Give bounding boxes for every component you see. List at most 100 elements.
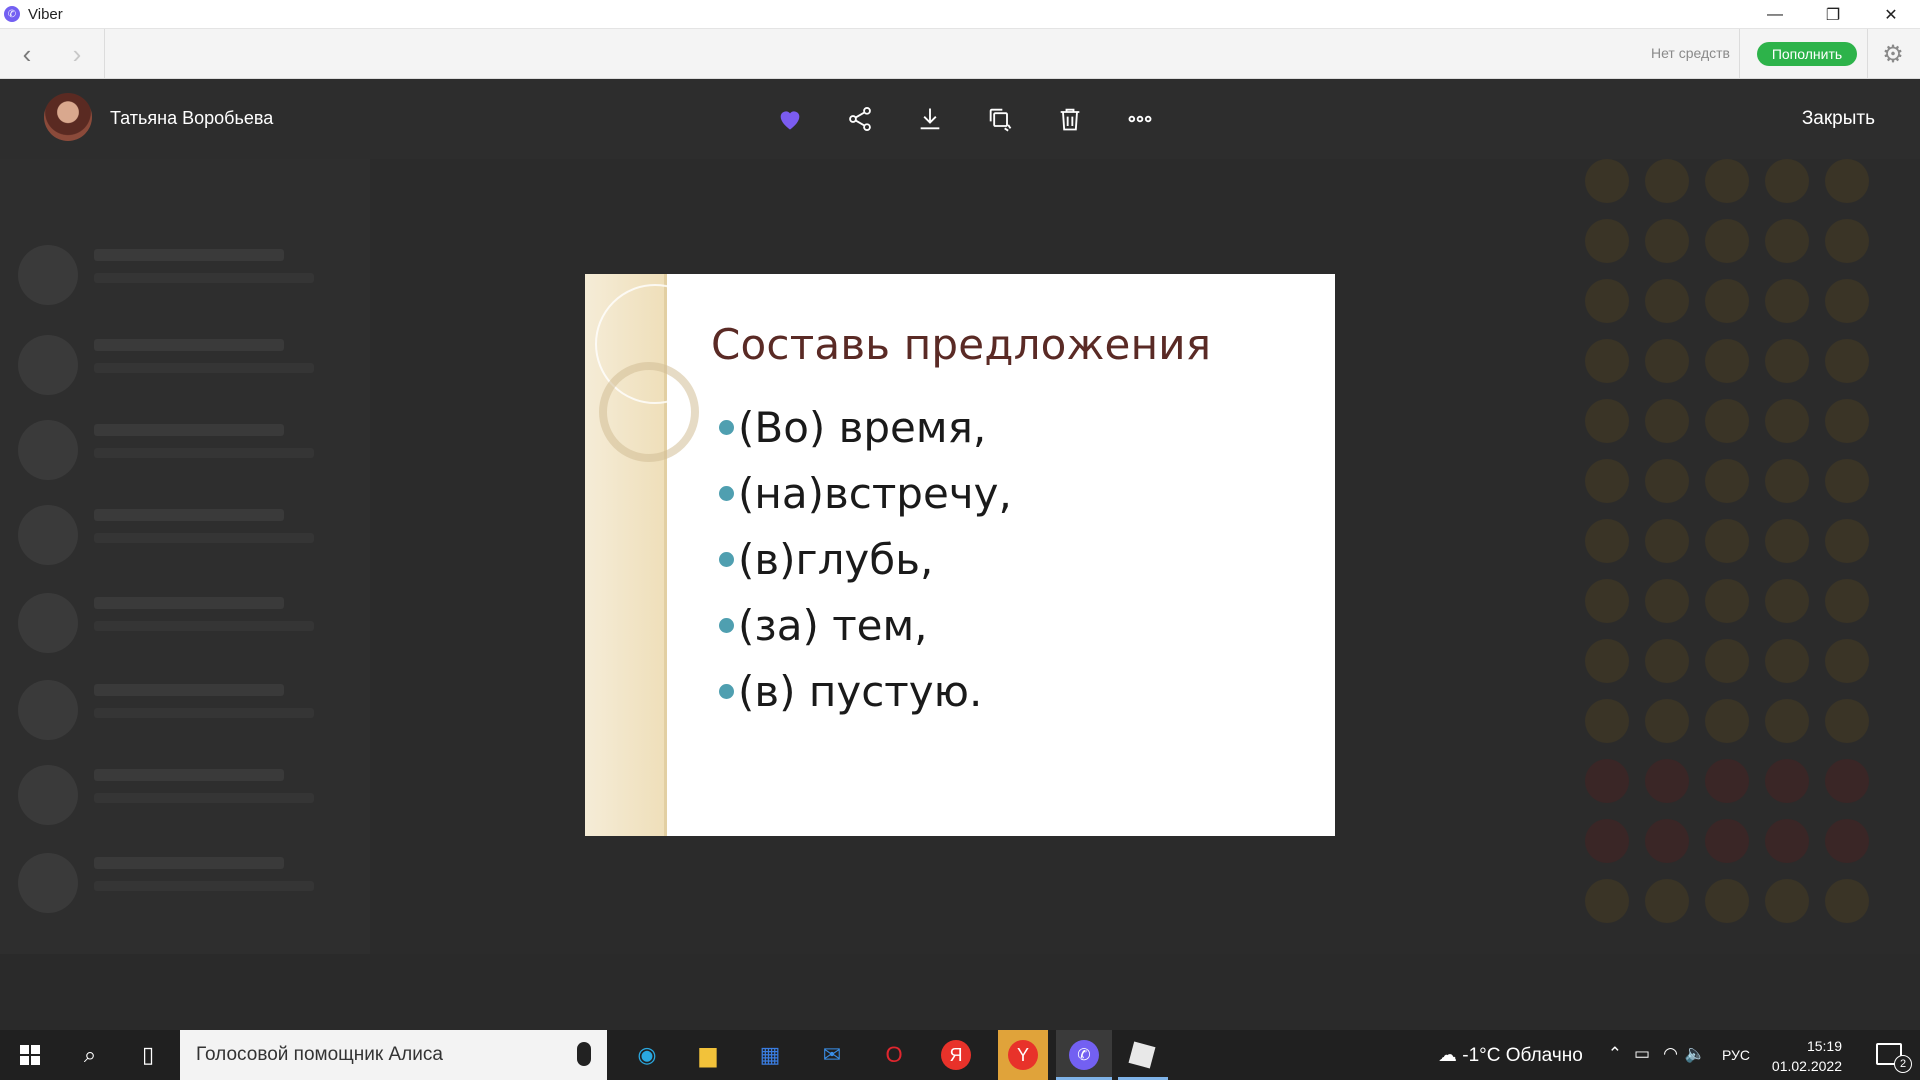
sticker-thumbnail xyxy=(1585,159,1629,203)
sticker-thumbnail xyxy=(1585,339,1629,383)
list-item xyxy=(18,759,358,829)
sticker-thumbnail xyxy=(1825,339,1869,383)
sticker-thumbnail xyxy=(1825,459,1869,503)
sticker-thumbnail xyxy=(1645,519,1689,563)
sticker-thumbnail xyxy=(1825,579,1869,623)
edge-browser-icon[interactable]: ◉ xyxy=(627,1038,667,1072)
microphone-icon[interactable] xyxy=(577,1042,591,1066)
sticker-thumbnail xyxy=(1705,459,1749,503)
sticker-thumbnail xyxy=(1585,639,1629,683)
sticker-thumbnail xyxy=(1765,759,1809,803)
sticker-thumbnail xyxy=(1705,219,1749,263)
sender-name: Татьяна Воробьева xyxy=(110,108,274,128)
sticker-thumbnail xyxy=(1825,399,1869,443)
sticker-thumbnail xyxy=(1645,579,1689,623)
sticker-thumbnail xyxy=(1765,399,1809,443)
bullet-icon xyxy=(719,419,734,435)
roblox-icon[interactable] xyxy=(1122,1038,1162,1072)
windows-start-icon[interactable] xyxy=(10,1038,50,1072)
forward-arrow-icon[interactable]: › xyxy=(62,39,92,69)
store-icon[interactable]: ▦ xyxy=(750,1038,790,1072)
sticker-thumbnail xyxy=(1705,399,1749,443)
task-view-icon[interactable]: ▯ xyxy=(128,1038,168,1072)
sticker-thumbnail xyxy=(1765,579,1809,623)
sticker-thumbnail xyxy=(1765,699,1809,743)
trash-icon[interactable] xyxy=(1050,99,1090,139)
sticker-thumbnail xyxy=(1705,579,1749,623)
wifi-icon[interactable]: ◠ xyxy=(1663,1044,1678,1064)
sticker-thumbnail xyxy=(1585,519,1629,563)
sticker-thumbnail xyxy=(1645,879,1689,923)
list-item: (в) пустую. xyxy=(719,658,1012,724)
avatar[interactable] xyxy=(44,93,92,141)
volume-icon[interactable]: 🔈 xyxy=(1685,1044,1706,1064)
decor-circle xyxy=(599,362,699,462)
sticker-thumbnail xyxy=(1585,819,1629,863)
list-item-text: (на)встречу, xyxy=(738,468,1012,518)
list-item: (за) тем, xyxy=(719,592,1012,658)
sticker-thumbnail xyxy=(1645,399,1689,443)
sticker-thumbnail xyxy=(1825,639,1869,683)
sticker-panel-dimmed xyxy=(1585,159,1905,959)
app-title: Viber xyxy=(28,5,63,23)
media-viewer-header: Татьяна Воробьева Закрыть xyxy=(0,79,1920,159)
weather-widget[interactable]: ☁ -1°C Облачно xyxy=(1438,1044,1583,1067)
yandex-icon[interactable]: Я xyxy=(936,1038,976,1072)
download-icon[interactable] xyxy=(910,99,950,139)
top-toolbar: ‹ › Нет средств Пополнить ⚙ xyxy=(0,29,1920,79)
sticker-thumbnail xyxy=(1645,279,1689,323)
viber-logo-icon: ✆ xyxy=(4,6,20,22)
yandex-browser-icon[interactable]: Y xyxy=(998,1030,1048,1080)
language-indicator[interactable]: РУС xyxy=(1722,1047,1750,1063)
minimize-icon[interactable]: — xyxy=(1746,0,1804,29)
sticker-thumbnail xyxy=(1705,279,1749,323)
sticker-thumbnail xyxy=(1645,639,1689,683)
viber-taskbar-icon[interactable]: ✆ xyxy=(1056,1030,1112,1080)
sticker-thumbnail xyxy=(1765,819,1809,863)
restore-icon[interactable]: ❐ xyxy=(1804,0,1862,29)
sticker-thumbnail xyxy=(1705,879,1749,923)
sticker-thumbnail xyxy=(1645,759,1689,803)
more-options-icon[interactable] xyxy=(1120,99,1160,139)
search-box-text: Голосовой помощник Алиса xyxy=(196,1044,443,1065)
sticker-thumbnail xyxy=(1765,459,1809,503)
bullet-icon xyxy=(719,485,734,501)
list-item-text: (в) пустую. xyxy=(738,666,983,716)
like-heart-icon[interactable] xyxy=(770,99,810,139)
sticker-thumbnail xyxy=(1825,879,1869,923)
sticker-thumbnail xyxy=(1705,159,1749,203)
gear-icon[interactable]: ⚙ xyxy=(1880,41,1906,68)
close-window-icon[interactable]: ✕ xyxy=(1862,0,1920,29)
sticker-thumbnail xyxy=(1645,339,1689,383)
opera-icon[interactable]: O xyxy=(874,1038,914,1072)
sticker-thumbnail xyxy=(1765,339,1809,383)
sticker-thumbnail xyxy=(1645,819,1689,863)
chevron-up-icon[interactable]: ⌃ xyxy=(1608,1044,1622,1064)
slide-image: Составь предложения (Во) время, (на)встр… xyxy=(585,274,1335,836)
media-actions xyxy=(770,99,1190,139)
back-arrow-icon[interactable]: ‹ xyxy=(12,39,42,69)
divider xyxy=(1867,29,1868,79)
sticker-thumbnail xyxy=(1765,639,1809,683)
slide-list: (Во) время, (на)встречу, (в)глубь, (за) … xyxy=(719,394,1012,724)
file-explorer-icon[interactable]: ▆ xyxy=(688,1038,728,1072)
forward-copy-icon[interactable] xyxy=(980,99,1020,139)
sticker-thumbnail xyxy=(1645,459,1689,503)
close-viewer-button[interactable]: Закрыть xyxy=(1802,108,1875,130)
sticker-thumbnail xyxy=(1705,339,1749,383)
topup-button[interactable]: Пополнить xyxy=(1757,42,1857,66)
sticker-thumbnail xyxy=(1585,459,1629,503)
window-titlebar: ✆ Viber — ❐ ✕ xyxy=(0,0,1920,29)
list-item: (на)встречу, xyxy=(719,460,1012,526)
sticker-thumbnail xyxy=(1825,279,1869,323)
mail-icon[interactable]: ✉ xyxy=(812,1038,852,1072)
device-icon[interactable]: ▭ xyxy=(1634,1044,1650,1064)
balance-status: Нет средств xyxy=(1650,45,1730,61)
slide-title: Составь предложения xyxy=(711,320,1212,369)
sticker-thumbnail xyxy=(1765,519,1809,563)
assistant-search-box[interactable]: Голосовой помощник Алиса xyxy=(180,1030,607,1080)
clock[interactable]: 15:19 01.02.2022 xyxy=(1772,1036,1842,1076)
share-icon[interactable] xyxy=(840,99,880,139)
search-icon[interactable]: ⌕ xyxy=(70,1038,110,1072)
sticker-thumbnail xyxy=(1765,219,1809,263)
